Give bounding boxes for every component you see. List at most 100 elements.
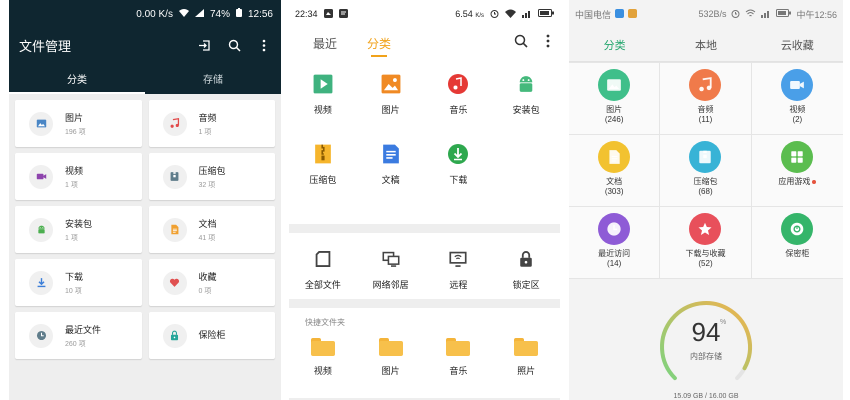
category-card[interactable]: 保险柜 [148,312,275,359]
category-card[interactable]: 压缩包 32 项 [148,153,275,200]
quick-folder-item[interactable]: 视频 [289,338,357,400]
tab-category[interactable]: 分类 [9,62,145,94]
category-count: 1 项 [65,181,78,189]
sdcard-icon [311,247,335,271]
quick-folder-item[interactable]: 音乐 [425,338,493,400]
tab-bar: 分类 存储 [9,62,281,94]
category-cell[interactable]: 文档 (303) [569,135,661,207]
more-vert-icon[interactable] [546,34,550,53]
doc-icon [379,142,403,166]
category-label: 图片 [381,105,400,115]
battery-icon [776,9,792,19]
category-text: 保险柜 [199,328,226,344]
location-item[interactable]: 网络邻居 [357,247,425,317]
folder-label: 照片 [517,366,536,376]
safe-icon [781,213,814,245]
quick-folder-item[interactable]: 图片 [357,338,425,400]
category-count: (52) [698,259,713,268]
category-label: 下载 [449,175,468,185]
category-label: 视频 [313,105,332,115]
category-cell[interactable]: 图片 (246) [569,63,661,135]
category-cell[interactable]: 保密柜 [751,207,843,279]
storage-gauge[interactable]: 94 % 内部存储 15.09 GB / 16.00 GB [656,297,756,400]
category-text: 下载 10 项 [65,270,83,296]
category-label: 视频 [789,105,806,114]
location-item[interactable]: 全部文件 [289,247,357,317]
category-card[interactable]: 最近文件 260 项 [15,312,142,359]
category-count: (11) [698,115,713,124]
phone-file-manager-green: 中国电信 532B/s 中午12:56 分类 本地 云收藏 图片 (246) 音… [569,0,843,400]
category-count: (246) [604,115,624,124]
category-name: 安装包 [65,218,93,229]
signal-icon [194,8,204,20]
category-item[interactable]: 图片 [357,72,425,142]
folder-label: 图片 [381,366,400,376]
carrier-name: 中国电信 [575,9,612,20]
percent-sign: % [720,319,727,326]
location-item[interactable]: 锁定区 [492,247,560,317]
sign-in-icon[interactable] [197,38,211,52]
category-cell[interactable]: 音频 (11) [660,63,752,135]
category-item[interactable]: 文稿 [357,142,425,212]
category-name: 图片 [65,112,84,123]
search-icon[interactable] [227,38,241,52]
category-grid: 图片 196 项音频 1 项视频 1 项压缩包 32 项安装包 1 项文档 41 项下载 10… [9,94,281,365]
battery-icon [538,9,554,19]
category-name: 下载 [65,271,84,282]
category-label-wrap: 应用游戏 [778,177,817,187]
tab-category[interactable]: 分类 [367,35,391,57]
category-item[interactable]: 安装包 [492,72,560,142]
category-item[interactable]: 下载 [425,142,493,212]
category-cell[interactable]: 视频 (2) [751,63,843,135]
category-card[interactable]: 收藏 0 项 [148,259,275,306]
wifi-icon [178,8,189,20]
category-card[interactable]: 安装包 1 项 [15,206,142,253]
category-card[interactable]: 音频 1 项 [148,100,275,147]
category-item[interactable]: 压缩包 [289,142,357,212]
lock-icon [514,247,538,271]
tab-cloud-favorites[interactable]: 云收藏 [752,28,843,61]
quick-folder-item[interactable]: 照片 [492,338,560,400]
location-label: 锁定区 [512,280,540,290]
tab-recent[interactable]: 最近 [313,35,337,52]
clock-icon [29,323,53,348]
app-bar: 文件管理 [9,28,281,62]
search-icon[interactable] [514,34,528,53]
signal-icon [761,9,771,20]
clock-time: 中午12:56 [796,9,837,20]
category-count: 41 项 [198,234,216,242]
category-card[interactable]: 下载 10 项 [15,259,142,306]
video-icon [29,164,53,189]
top-bar: 最近 分类 [289,28,560,58]
category-text: 视频 1 项 [65,164,83,190]
status-bar: 22:34 6.54 K/s [289,0,560,28]
play-icon [311,72,335,96]
category-card[interactable]: 文档 41 项 [148,206,275,253]
category-cell[interactable]: 应用游戏 [751,135,843,207]
folder-icon [310,338,335,356]
download-icon [29,270,53,295]
picture-icon [379,72,403,96]
tab-local[interactable]: 本地 [660,28,751,61]
category-cell[interactable]: 下载与收藏 (52) [660,207,752,279]
category-item[interactable]: 视频 [289,72,357,142]
wifi-icon [505,9,516,20]
category-label: 文档 [606,177,623,186]
category-cell[interactable]: 最近访问 (14) [569,207,661,279]
category-name: 收藏 [198,271,217,282]
tab-storage[interactable]: 存储 [145,62,281,94]
category-item[interactable]: 音乐 [425,72,493,142]
more-vert-icon[interactable] [257,38,271,52]
phone-file-manager-dark: 0.00 K/s 74% 12:56 文件管理 分类 存储 图片 196 项 音… [9,0,281,400]
archive-icon [162,164,187,189]
speed-unit: K/s [475,13,484,19]
category-card[interactable]: 图片 196 项 [15,100,142,147]
category-card[interactable]: 视频 1 项 [15,153,142,200]
storage-panel[interactable]: 94 % 内部存储 15.09 GB / 16.00 GB [569,297,843,400]
battery-icon [235,8,242,20]
status-bar: 0.00 K/s 74% 12:56 [9,0,281,28]
category-cell[interactable]: 压缩包 (68) [660,135,752,207]
category-count: 1 项 [198,128,212,136]
location-item[interactable]: 远程 [425,247,493,317]
tab-category[interactable]: 分类 [569,28,660,61]
